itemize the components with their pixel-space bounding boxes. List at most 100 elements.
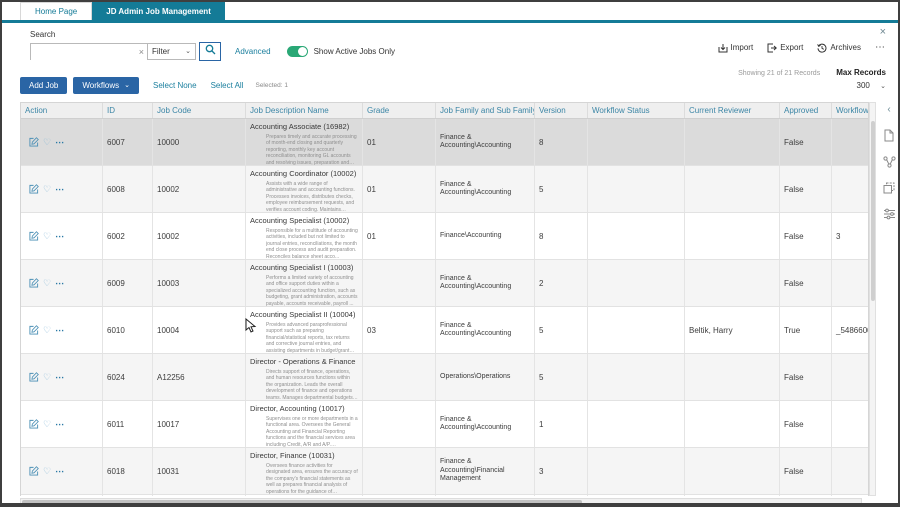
row-more-icon[interactable]: ⋯: [55, 184, 65, 195]
col-header-version[interactable]: Version: [535, 103, 588, 118]
horizontal-scrollbar-thumb[interactable]: [22, 500, 582, 503]
cell-job-family: Finance & Accounting\Accounting: [436, 166, 535, 212]
col-header-job-code[interactable]: Job Code: [153, 103, 246, 118]
filter-label: Filter: [152, 46, 170, 56]
row-more-icon[interactable]: ⋯: [55, 372, 65, 383]
edit-icon[interactable]: [29, 137, 39, 147]
cell-version: 1: [535, 401, 588, 447]
cell-job-description[interactable]: Director - Operations & Finance Directs …: [246, 354, 363, 400]
col-header-action[interactable]: Action: [21, 103, 103, 118]
horizontal-scrollbar[interactable]: [20, 498, 862, 503]
workflows-button[interactable]: Workflows ⌄: [73, 76, 139, 94]
job-title[interactable]: Accounting Specialist II (10004): [250, 310, 358, 319]
table-row[interactable]: ♡ ⋯ 6002 10002 Accounting Specialist (10…: [21, 213, 868, 260]
edit-icon[interactable]: [29, 325, 39, 335]
more-menu-icon[interactable]: ⋯: [875, 42, 886, 53]
clear-search-icon[interactable]: ×: [139, 47, 144, 57]
col-header-job-family[interactable]: Job Family and Sub Family: [436, 103, 535, 118]
document-icon[interactable]: [883, 129, 895, 142]
favorite-heart-icon[interactable]: ♡: [43, 325, 51, 335]
select-all-link[interactable]: Select All: [211, 81, 244, 90]
cell-grade: [363, 354, 436, 400]
favorite-heart-icon[interactable]: ♡: [43, 278, 51, 288]
search-input[interactable]: [31, 46, 147, 62]
favorite-heart-icon[interactable]: ♡: [43, 466, 51, 476]
export-button[interactable]: Export: [767, 43, 803, 53]
cell-grade: [363, 260, 436, 306]
table-row[interactable]: ♡ ⋯ 6018 10031 Director, Finance (10031)…: [21, 448, 868, 495]
col-header-current-reviewer[interactable]: Current Reviewer: [685, 103, 780, 118]
row-more-icon[interactable]: ⋯: [55, 325, 65, 336]
edit-icon[interactable]: [29, 419, 39, 429]
row-more-icon[interactable]: ⋯: [55, 231, 65, 242]
table-row[interactable]: ♡ ⋯ Finance Analyst Sr (A0123): [21, 495, 868, 496]
table-row[interactable]: ♡ ⋯ 6011 10017 Director, Accounting (100…: [21, 401, 868, 448]
edit-icon[interactable]: [29, 278, 39, 288]
job-title[interactable]: Accounting Coordinator (10002): [250, 169, 358, 178]
favorite-heart-icon[interactable]: ♡: [43, 231, 51, 241]
table-row[interactable]: ♡ ⋯ 6007 10000 Accounting Associate (169…: [21, 119, 868, 166]
cell-id: 6011: [103, 401, 153, 447]
cell-workflow-status: [588, 260, 685, 306]
row-more-icon[interactable]: ⋯: [55, 278, 65, 289]
row-more-icon[interactable]: ⋯: [55, 466, 65, 477]
cell-approved: True: [780, 307, 832, 353]
job-title[interactable]: Accounting Specialist (10002): [250, 216, 358, 225]
tab-home-page[interactable]: Home Page: [20, 2, 93, 20]
cell-workflow-pri: [832, 401, 868, 447]
cell-current-reviewer: [685, 448, 780, 494]
favorite-heart-icon[interactable]: ♡: [43, 137, 51, 147]
col-header-workflow-status[interactable]: Workflow Status: [588, 103, 685, 118]
search-button[interactable]: [199, 41, 221, 61]
import-button[interactable]: Import: [718, 43, 753, 53]
col-header-id[interactable]: ID: [103, 103, 153, 118]
favorite-heart-icon[interactable]: ♡: [43, 419, 51, 429]
cell-workflow-pri: [832, 166, 868, 212]
select-none-link[interactable]: Select None: [153, 81, 197, 90]
job-title[interactable]: Accounting Associate (16982): [250, 122, 358, 131]
col-header-job-description-name[interactable]: Job Description Name: [246, 103, 363, 118]
cell-job-description[interactable]: Accounting Associate (16982) Prepares ti…: [246, 119, 363, 165]
job-title[interactable]: Director, Finance (10031): [250, 451, 358, 460]
filter-dropdown[interactable]: Filter ⌄: [148, 42, 196, 60]
cell-job-description[interactable]: Accounting Specialist I (10003) Performs…: [246, 260, 363, 306]
header-actions: Import Export Archives ⋯: [718, 42, 886, 53]
cell-job-description[interactable]: Finance Analyst Sr (A0123): [246, 495, 363, 496]
cell-job-description[interactable]: Director, Finance (10031) Oversees finan…: [246, 448, 363, 494]
settings-sliders-icon[interactable]: [883, 208, 896, 220]
col-header-grade[interactable]: Grade: [363, 103, 436, 118]
vertical-scrollbar[interactable]: [869, 102, 876, 496]
add-job-button[interactable]: Add Job: [20, 76, 68, 94]
cell-job-description[interactable]: Accounting Specialist II (10004) Provide…: [246, 307, 363, 353]
records-block: Showing 21 of 21 Records Max Records 300…: [738, 68, 886, 90]
favorite-heart-icon[interactable]: ♡: [43, 184, 51, 194]
cell-job-description[interactable]: Director, Accounting (10017) Supervises …: [246, 401, 363, 447]
edit-icon[interactable]: [29, 466, 39, 476]
table-row[interactable]: ♡ ⋯ 6024 A12256 Director - Operations & …: [21, 354, 868, 401]
job-title[interactable]: Director, Accounting (10017): [250, 404, 358, 413]
active-jobs-toggle[interactable]: [286, 45, 308, 57]
col-header-approved[interactable]: Approved: [780, 103, 832, 118]
collapse-chevron-icon[interactable]: ‹: [887, 104, 890, 115]
table-row[interactable]: ♡ ⋯ 6008 10002 Accounting Coordinator (1…: [21, 166, 868, 213]
job-title[interactable]: Director - Operations & Finance: [250, 357, 358, 366]
archives-button[interactable]: Archives: [817, 43, 861, 53]
cell-job-description[interactable]: Accounting Coordinator (10002) Assists w…: [246, 166, 363, 212]
tab-jd-admin-job-management[interactable]: JD Admin Job Management: [92, 2, 225, 20]
edit-icon[interactable]: [29, 184, 39, 194]
table-row[interactable]: ♡ ⋯ 6010 10004 Accounting Specialist II …: [21, 307, 868, 354]
cell-job-description[interactable]: Accounting Specialist (10002) Responsibl…: [246, 213, 363, 259]
favorite-heart-icon[interactable]: ♡: [43, 372, 51, 382]
max-records-dropdown[interactable]: 300 ⌄: [738, 81, 886, 90]
workflow-icon[interactable]: [882, 156, 896, 168]
table-row[interactable]: ♡ ⋯ 6009 10003 Accounting Specialist I (…: [21, 260, 868, 307]
copy-icon[interactable]: [883, 182, 895, 194]
job-title[interactable]: Accounting Specialist I (10003): [250, 263, 358, 272]
row-more-icon[interactable]: ⋯: [55, 137, 65, 148]
row-more-icon[interactable]: ⋯: [55, 419, 65, 430]
edit-icon[interactable]: [29, 372, 39, 382]
vertical-scrollbar-thumb[interactable]: [871, 121, 875, 301]
advanced-link[interactable]: Advanced: [235, 47, 271, 56]
col-header-workflow-pri[interactable]: Workflow Pri: [832, 103, 868, 118]
edit-icon[interactable]: [29, 231, 39, 241]
